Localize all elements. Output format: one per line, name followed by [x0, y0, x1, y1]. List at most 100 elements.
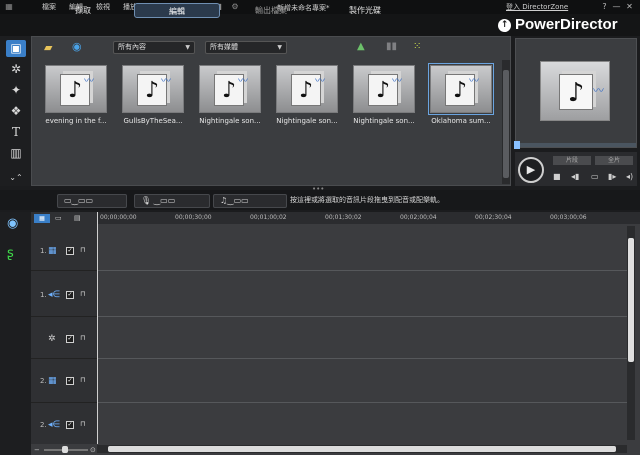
media-clip[interactable]: ♪ 〰 Nightingale son... — [353, 65, 419, 125]
audio-wave-icon: 〰 — [593, 84, 604, 97]
track-header-video-2[interactable]: 2. ▦ ✓ ⊓ — [31, 368, 97, 392]
fix-enhance-icon[interactable]: ʂ — [7, 246, 14, 261]
clip-thumbnail: ♪ 〰 — [353, 65, 415, 113]
lock-icon[interactable]: ⊓ — [80, 246, 85, 254]
video-track-icon: ▦ — [48, 246, 57, 256]
track-number: 2. — [40, 377, 47, 385]
track-enable-checkbox[interactable]: ✓ — [66, 421, 74, 429]
track-header-video-1[interactable]: 1. ▦ ✓ ⊓ — [31, 238, 97, 262]
import-folder-icon[interactable]: ▰ — [44, 41, 52, 54]
media-clip[interactable]: ♪ 〰 GullsByTheSea... — [122, 65, 188, 125]
play-button[interactable]: ▶ — [518, 157, 544, 183]
add-to-timeline-icon[interactable]: ▲ — [357, 41, 365, 52]
preview-window: ♪ 〰 — [515, 38, 637, 148]
clip-mode-button[interactable]: 片段 — [553, 156, 591, 165]
help-button[interactable]: ? — [599, 1, 610, 12]
previous-frame-icon[interactable]: ◂▮ — [571, 172, 579, 181]
chevron-down-icon: ▼ — [277, 44, 282, 51]
hint-text: 按這裡或將選取的音訊片段拖曳到配音或配樂軌。 — [290, 196, 444, 204]
zoom-handle[interactable] — [62, 446, 68, 453]
close-button[interactable]: ✕ — [624, 1, 635, 12]
audio-wave-icon: 〰 — [392, 76, 402, 87]
movie-mode-button[interactable]: 全片 — [595, 156, 633, 165]
media-filter-dropdown[interactable]: 所有媒體 ▼ — [205, 41, 287, 54]
video-trim-button[interactable]: ▭‿▭▭ — [57, 194, 127, 208]
more-rooms-icon[interactable]: ⌄⌃ — [6, 169, 26, 186]
timeline-zoom-slider[interactable]: − ⊙ — [34, 446, 96, 454]
clip-thumbnail: ♪ 〰 — [199, 65, 261, 113]
library-view-icon[interactable]: ▮▮ — [386, 41, 397, 52]
music-track-button[interactable]: ♫‿▭▭ — [213, 194, 287, 208]
ruler-tick: 00;03;00;06 — [550, 214, 587, 221]
lock-icon[interactable]: ⊓ — [80, 290, 85, 298]
next-frame-icon[interactable]: ▮▸ — [608, 172, 616, 181]
media-clip-selected[interactable]: ♪ 〰 Oklahoma sum... — [428, 63, 496, 125]
audio-track-icon: ◂∈ — [48, 290, 61, 300]
video-track-icon: ▦ — [48, 376, 57, 386]
media-clip[interactable]: ♪ 〰 Nightingale son... — [276, 65, 342, 125]
particle-room-icon[interactable]: ❖ — [6, 103, 26, 120]
storyboard-view-icon[interactable]: ▭ — [55, 214, 67, 223]
tab-produce[interactable]: 輸出檔案 — [228, 3, 314, 18]
login-directorzone-link[interactable]: 登入 DirectorZone — [506, 2, 568, 12]
track-enable-checkbox[interactable]: ✓ — [66, 291, 74, 299]
track-header-audio-1[interactable]: 1. ◂∈ ✓ ⊓ — [31, 282, 97, 306]
track-header-audio-2[interactable]: 2. ◂∈ ✓ ⊓ — [31, 412, 97, 436]
timeline-vertical-scrollbar-thumb[interactable] — [628, 238, 634, 362]
timeline-view-icon[interactable]: ▦ — [34, 214, 50, 223]
media-filter-value: 所有媒體 — [210, 43, 238, 51]
thumbnail-grid-icon[interactable]: ⁙ — [413, 41, 421, 52]
zoom-fit-icon[interactable]: ⊙ — [90, 446, 96, 454]
content-filter-value: 所有內容 — [118, 43, 146, 51]
ruler-tick: 00;02;00;04 — [400, 214, 437, 221]
ruler-tick: 00;00;00;00 — [100, 214, 137, 221]
magic-tools-icon[interactable]: ◉ — [7, 216, 18, 231]
transition-room-icon[interactable]: ▥ — [6, 145, 26, 162]
title-room-icon[interactable]: T — [6, 124, 26, 141]
track-number: 1. — [40, 291, 47, 299]
ruler-tick: 00;02;30;04 — [475, 214, 512, 221]
minimize-button[interactable]: — — [611, 1, 622, 12]
clip-thumbnail: ♪ 〰 — [122, 65, 184, 113]
track-manager-icon[interactable]: ▤ — [74, 213, 86, 223]
app-logo: PowerDirector — [515, 16, 618, 33]
splitter-grip[interactable]: ••• — [312, 185, 324, 193]
track-enable-checkbox[interactable]: ✓ — [66, 377, 74, 385]
tab-create-disc[interactable]: 製作光碟 — [322, 3, 408, 18]
clip-name: evening in the f... — [45, 117, 107, 125]
media-clip[interactable]: ♪ 〰 Nightingale son... — [199, 65, 265, 125]
snapshot-icon[interactable]: ▭ — [591, 172, 599, 181]
zoom-out-icon[interactable]: − — [34, 446, 40, 454]
preview-seek-handle[interactable] — [514, 141, 520, 149]
download-content-icon[interactable]: ◉ — [72, 40, 82, 53]
track-header-effect[interactable]: ✲ ✓ ⊓ — [31, 326, 97, 350]
stop-icon[interactable]: ■ — [553, 172, 561, 181]
media-room-icon[interactable]: ▣ — [6, 40, 26, 57]
timeline-playhead[interactable] — [97, 212, 98, 444]
track-enable-checkbox[interactable]: ✓ — [66, 247, 74, 255]
media-clip[interactable]: ♪ 〰 evening in the f... — [45, 65, 111, 125]
timeline-horizontal-scrollbar-thumb[interactable] — [108, 446, 616, 452]
track-number: 1. — [40, 247, 47, 255]
effect-room-icon[interactable]: ✲ — [6, 61, 26, 78]
content-filter-dropdown[interactable]: 所有內容 ▼ — [113, 41, 195, 54]
preview-seek-bar[interactable] — [516, 143, 636, 147]
timeline-side-strip — [0, 212, 31, 455]
volume-icon[interactable]: ◂) — [626, 172, 633, 181]
lock-icon[interactable]: ⊓ — [80, 334, 85, 342]
lock-icon[interactable]: ⊓ — [80, 376, 85, 384]
track-enable-checkbox[interactable]: ✓ — [66, 335, 74, 343]
effect-track-icon: ✲ — [48, 334, 56, 344]
record-voice-button[interactable]: 🎙 ‿▭▭ — [134, 194, 210, 208]
tab-edit[interactable]: 編輯 — [134, 3, 220, 18]
library-scrollbar-thumb[interactable] — [503, 70, 509, 178]
audio-track-icon: ◂∈ — [48, 420, 61, 430]
track-divider — [97, 316, 627, 317]
clip-name: GullsByTheSea... — [123, 117, 183, 125]
audio-wave-icon: 〰 — [161, 76, 171, 87]
tab-capture[interactable]: 擷取 — [40, 3, 126, 18]
pip-room-icon[interactable]: ✦ — [6, 82, 26, 99]
app-menu-icon[interactable]: ▦ — [4, 2, 14, 12]
lock-icon[interactable]: ⊓ — [80, 420, 85, 428]
clip-thumbnail: ♪ 〰 — [276, 65, 338, 113]
